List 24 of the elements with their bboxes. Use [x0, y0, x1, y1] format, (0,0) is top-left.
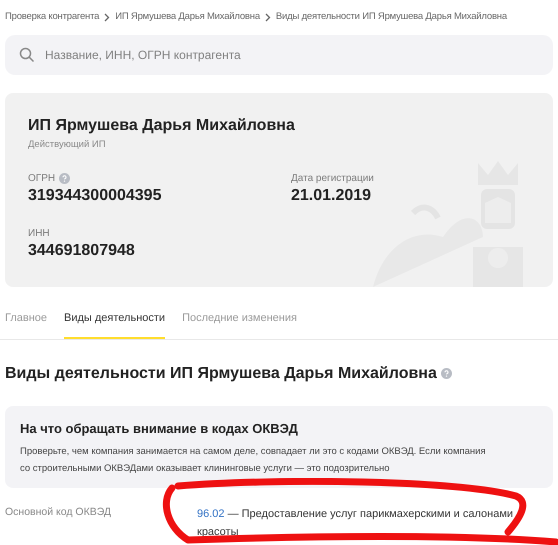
field-value: 319344300004395: [28, 186, 162, 206]
search-icon: [19, 47, 35, 63]
breadcrumb-link[interactable]: Виды деятельности ИП Ярмушева Дарья Михайловна: [276, 10, 507, 25]
help-icon[interactable]: [440, 368, 452, 379]
chevron-right-icon: [264, 13, 271, 22]
notice-text: Проверьте, чем компания занимается на самом деле, совпадает ли это с кодами ОКВЭД. Если компания со строительными ОКВЭДами оказывает клининговые услуги — это подозрительно: [20, 445, 487, 476]
notice-title: На что обращать внимание в кодах ОКВЭД: [20, 420, 299, 438]
tab[interactable]: Виды деятельности: [64, 310, 166, 338]
help-icon[interactable]: [59, 172, 70, 184]
chevron-right-icon: [104, 13, 110, 22]
page-heading: Виды деятельности ИП Ярмушева Дарья Михайловна: [5, 364, 437, 384]
breadcrumb-link[interactable]: ИП Ярмушева Дарья Михайловна: [115, 10, 260, 25]
okved-code-link[interactable]: 96.02: [197, 508, 225, 520]
company-name: ИП Ярмушева Дарья Михайловна: [28, 116, 296, 136]
field-value: 21.01.2019: [291, 186, 372, 206]
breadcrumb-link[interactable]: Проверка контрагента: [5, 10, 100, 25]
search-field[interactable]: Название, ИНН, ОГРН контрагента: [5, 35, 553, 75]
company-status: Действующий ИП: [28, 138, 107, 152]
field-label: ОГРН: [28, 172, 56, 186]
field-label: ИНН: [28, 226, 50, 241]
field-label: Дата регистрации: [291, 172, 374, 186]
field-value: 344691807948: [28, 241, 136, 262]
okved-description: 96.02 — Предоставление услуг парикмахерскими и салонами красоты: [197, 506, 514, 540]
okved-label: Основной код ОКВЭД: [5, 504, 112, 520]
